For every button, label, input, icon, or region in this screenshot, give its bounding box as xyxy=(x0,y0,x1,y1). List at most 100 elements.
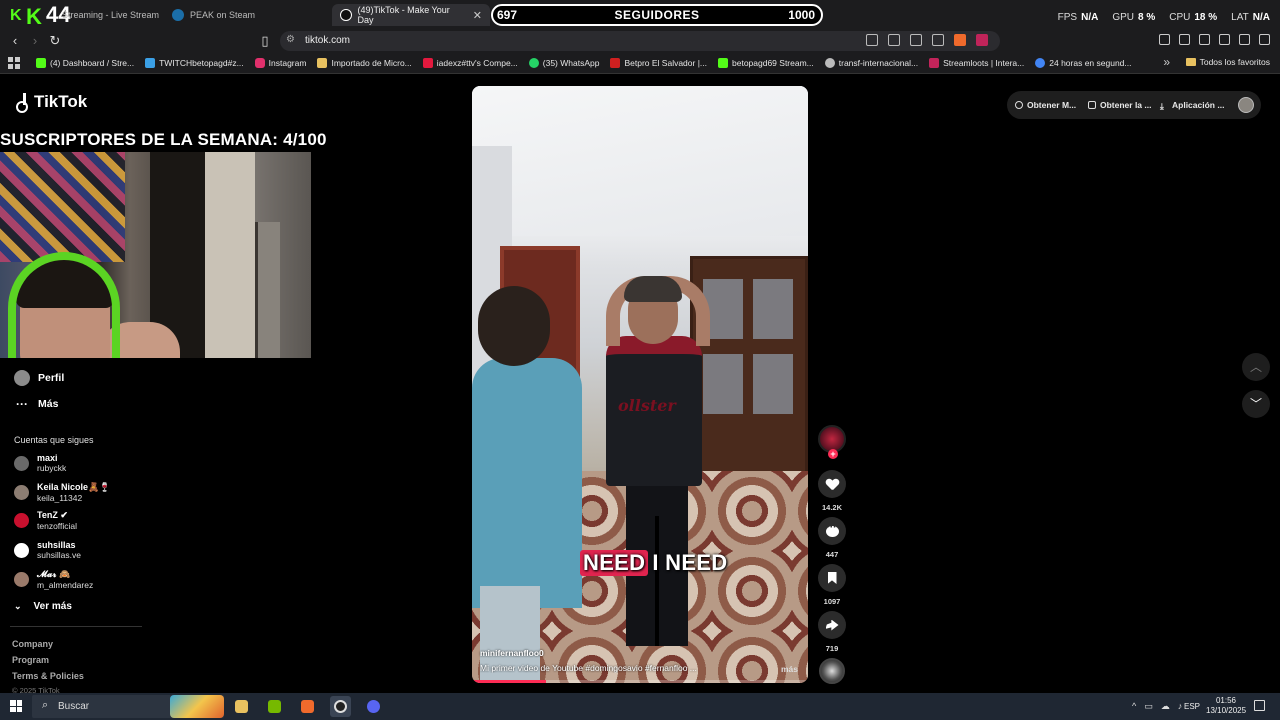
network-icon[interactable]: ▭ xyxy=(1144,701,1153,712)
avatar xyxy=(14,455,29,471)
footer-link-program[interactable]: Program xyxy=(12,655,49,665)
video-caption: NEED I NEED xyxy=(580,550,727,576)
forward-icon[interactable]: › xyxy=(27,33,43,49)
caption-text: I NEED xyxy=(652,550,728,575)
volume-icon[interactable]: ♪ xyxy=(1178,701,1183,712)
creator-avatar[interactable]: + xyxy=(818,425,846,459)
share-icon xyxy=(825,619,839,631)
nav-more[interactable]: ··· Más xyxy=(14,397,58,411)
like-button[interactable] xyxy=(818,470,846,498)
reload-icon[interactable]: ↻ xyxy=(47,33,63,49)
webcam-overlay xyxy=(0,152,311,358)
get-coins-button[interactable]: Obtener M... xyxy=(1015,100,1076,110)
discord-icon[interactable] xyxy=(363,696,384,717)
avatar xyxy=(14,572,29,587)
more-description-button[interactable]: más xyxy=(781,664,798,674)
video-author[interactable]: minifernanfloo0 xyxy=(480,648,544,658)
google-icon xyxy=(1035,57,1046,68)
progress-fill xyxy=(472,680,546,683)
avatar xyxy=(14,542,29,558)
bookmark-page-icon[interactable]: ▯ xyxy=(257,33,273,49)
follow-plus-icon[interactable]: + xyxy=(828,449,838,459)
tab-kick-stream[interactable]: Streaming - Live Stream xyxy=(62,4,159,26)
bookmark-item[interactable]: (4) Dashboard / Stre... xyxy=(36,57,134,68)
close-tab-icon[interactable]: ✕ xyxy=(473,9,482,22)
back-icon[interactable]: ‹ xyxy=(7,33,23,49)
file-explorer-icon[interactable] xyxy=(231,696,252,717)
taskbar-search[interactable]: ⌕ Buscar xyxy=(32,695,224,718)
next-video-button[interactable]: ﹀ xyxy=(1242,390,1270,418)
brave-shield-icon[interactable] xyxy=(954,34,966,46)
bookmark-item[interactable]: transf-internacional... xyxy=(824,57,918,68)
folder-icon xyxy=(1185,58,1196,66)
zoom-icon[interactable] xyxy=(932,34,944,46)
get-app-button[interactable]: Obtener la ... xyxy=(1088,100,1152,110)
followers-goal-bar: 697 SEGUIDORES 1000 xyxy=(491,4,823,26)
notification-icon[interactable] xyxy=(1254,700,1265,711)
bookmark-item[interactable]: iadexz#ttv's Compe... xyxy=(422,57,518,68)
clock[interactable]: 01:56 13/10/2025 xyxy=(1206,696,1246,716)
previous-video-button[interactable]: ︿ xyxy=(1242,353,1270,381)
bookmark-item[interactable]: Instagram xyxy=(254,57,306,68)
more-bookmarks-icon[interactable]: » xyxy=(1163,55,1170,69)
tiktok-logo[interactable]: TikTok xyxy=(14,92,87,113)
streamloots-icon xyxy=(929,57,940,68)
video-player[interactable]: ollster NEED I NEED minifernanfloo0 Mi p… xyxy=(472,86,808,683)
sidebar-icon[interactable] xyxy=(1179,34,1190,45)
windows-start-icon[interactable] xyxy=(10,700,22,712)
system-tray: ^ ▭ ☁ ♪ xyxy=(1132,701,1182,712)
bookmark-item[interactable]: betopagd69 Stream... xyxy=(718,57,814,68)
cloud-icon[interactable]: ☁ xyxy=(1161,701,1170,712)
menu-icon[interactable] xyxy=(1259,34,1270,45)
language-indicator[interactable]: ESP xyxy=(1184,702,1200,711)
performance-stats: FPS N/A GPU 8 % CPU 18 % LAT N/A xyxy=(1058,12,1270,23)
share-button[interactable] xyxy=(818,611,846,639)
following-item[interactable]: Keila Nicole🧸🍷 keila_11342 xyxy=(14,482,110,503)
cast-icon[interactable] xyxy=(888,34,900,46)
bookmark-item[interactable]: (35) WhatsApp xyxy=(528,57,599,68)
see-more-button[interactable]: ⌄ Ver más xyxy=(14,601,72,612)
brave-rewards-icon[interactable] xyxy=(976,34,988,46)
reader-icon[interactable] xyxy=(866,34,878,46)
following-item[interactable]: TenZ ✔ tenzofficial xyxy=(14,510,77,531)
media-icon[interactable] xyxy=(1159,34,1170,45)
desktop-app-button[interactable]: ⤓ Aplicación ... xyxy=(1160,100,1224,111)
music-disc-icon[interactable] xyxy=(819,658,845,684)
nav-profile[interactable]: Perfil xyxy=(14,370,64,386)
comment-button[interactable] xyxy=(818,517,846,545)
chevron-up-icon[interactable]: ^ xyxy=(1132,701,1136,712)
bookmark-item[interactable]: Importado de Micro... xyxy=(317,57,412,68)
all-bookmarks-button[interactable]: Todos los favoritos xyxy=(1185,57,1270,67)
brave-icon[interactable] xyxy=(297,696,318,717)
globe-icon xyxy=(824,57,835,68)
bookmark-item[interactable]: Betpro El Salvador |... xyxy=(610,57,707,68)
video-progress-bar[interactable] xyxy=(472,680,808,683)
site-info-icon[interactable]: ⚙ xyxy=(286,34,295,45)
download-icon: ⤓ xyxy=(1160,101,1164,111)
bookmark-item[interactable]: TWITCHbetopagd#z... xyxy=(145,57,244,68)
translate-icon[interactable] xyxy=(910,34,922,46)
user-avatar[interactable] xyxy=(1238,97,1254,113)
footer-link-terms[interactable]: Terms & Policies xyxy=(12,671,84,681)
kick-icon xyxy=(36,57,46,68)
following-item[interactable]: 𝓜𝓪𝓻 🙈 m_almendarez xyxy=(14,569,93,590)
save-button[interactable] xyxy=(818,564,846,592)
leo-icon[interactable] xyxy=(1219,34,1230,45)
bookmark-item[interactable]: 24 horas en segund... xyxy=(1035,57,1131,68)
windows-taskbar: ⌕ Buscar ^ ▭ ☁ ♪ ESP 01:56 13/10/2025 xyxy=(0,693,1280,720)
following-item[interactable]: suhsillas suhsillas.ve xyxy=(14,540,81,560)
address-bar-row: ‹ › ↻ ▯ ⚙ tiktok.com xyxy=(0,30,1280,52)
kick-icon xyxy=(718,57,728,68)
apps-grid-icon[interactable] xyxy=(8,56,20,69)
youtube-icon xyxy=(422,57,433,68)
vpn-icon[interactable] xyxy=(1239,34,1250,45)
following-item[interactable]: maxi rubyckk xyxy=(14,453,66,473)
obs-icon[interactable] xyxy=(330,696,351,717)
wallet-icon[interactable] xyxy=(1199,34,1210,45)
clock-date: 13/10/2025 xyxy=(1206,706,1247,715)
tab-tiktok[interactable]: (49)TikTok - Make Your Day ✕ xyxy=(332,4,490,26)
bookmark-item[interactable]: Streamloots | Intera... xyxy=(929,57,1024,68)
tab-steam[interactable]: PEAK on Steam xyxy=(172,4,255,26)
footer-link-company[interactable]: Company xyxy=(12,639,53,649)
nvidia-icon[interactable] xyxy=(264,696,285,717)
